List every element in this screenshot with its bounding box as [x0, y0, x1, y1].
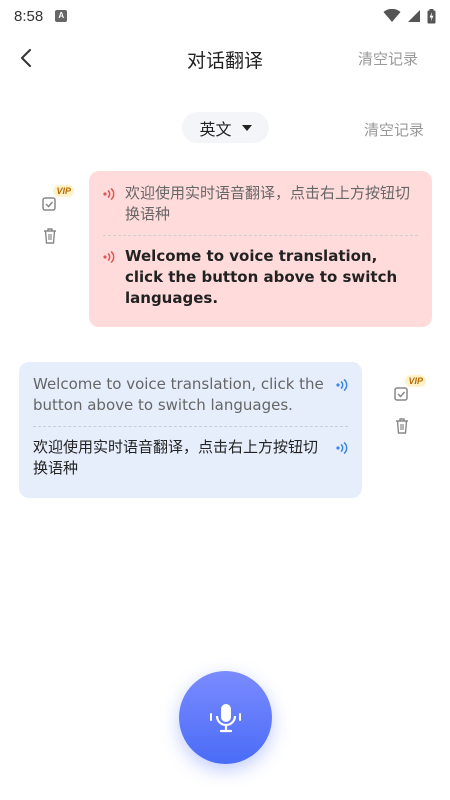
source-row: 欢迎使用实时语音翻译，点击右上方按钮切换语种 [103, 183, 418, 225]
translation-row: Welcome to voice translation, click the … [103, 246, 418, 309]
language-selector[interactable]: 英文 [182, 112, 269, 143]
status-bar: 8:58 A [0, 0, 450, 32]
message-bubble-left[interactable]: Welcome to voice translation, click the … [19, 362, 362, 498]
delete-button[interactable] [391, 415, 413, 437]
trash-icon [44, 228, 56, 244]
status-icons [383, 8, 436, 24]
battery-icon [427, 8, 436, 23]
message-bubble-right[interactable]: 欢迎使用实时语音翻译，点击右上方按钮切换语种 Welcome to voice … [89, 171, 432, 327]
translated-text: 欢迎使用实时语音翻译，点击右上方按钮切换语种 [33, 438, 319, 477]
speaker-wave-icon[interactable] [103, 250, 115, 264]
speaker-wave-icon[interactable] [103, 187, 115, 201]
message-tools-left: VIP [391, 375, 426, 437]
wifi-icon [383, 9, 401, 22]
delete-button[interactable] [39, 225, 61, 247]
copy-check-icon [394, 387, 408, 401]
source-row: Welcome to voice translation, click the … [33, 374, 348, 416]
source-text: 欢迎使用实时语音翻译，点击右上方按钮切换语种 [125, 184, 411, 223]
trash-icon [396, 418, 408, 434]
microphone-button[interactable] [179, 671, 272, 764]
vip-badge: VIP [53, 185, 74, 197]
speaker-wave-icon[interactable] [336, 441, 348, 455]
divider [103, 235, 418, 236]
clear-history-button[interactable]: 清空记录 [364, 119, 424, 140]
divider [33, 426, 348, 427]
copy-button[interactable]: VIP [39, 185, 74, 215]
signal-icon [408, 10, 420, 22]
top-bar: 对话翻译 清空记录 [0, 36, 450, 80]
speaker-wave-icon[interactable] [336, 378, 348, 392]
app-notification-icon: A [55, 10, 68, 22]
message-tools-right: VIP [39, 185, 74, 247]
clear-history-button-top[interactable]: 清空记录 [358, 48, 418, 69]
vip-badge: VIP [405, 375, 426, 387]
translated-text: Welcome to voice translation, click the … [125, 247, 398, 307]
caret-down-icon [241, 124, 252, 131]
copy-button[interactable]: VIP [391, 375, 426, 405]
microphone-icon [209, 703, 241, 732]
language-label: 英文 [199, 119, 232, 139]
translation-row: 欢迎使用实时语音翻译，点击右上方按钮切换语种 [33, 437, 348, 479]
copy-check-icon [42, 197, 56, 211]
source-text: Welcome to voice translation, click the … [33, 375, 324, 414]
status-time: 8:58 [14, 7, 44, 25]
